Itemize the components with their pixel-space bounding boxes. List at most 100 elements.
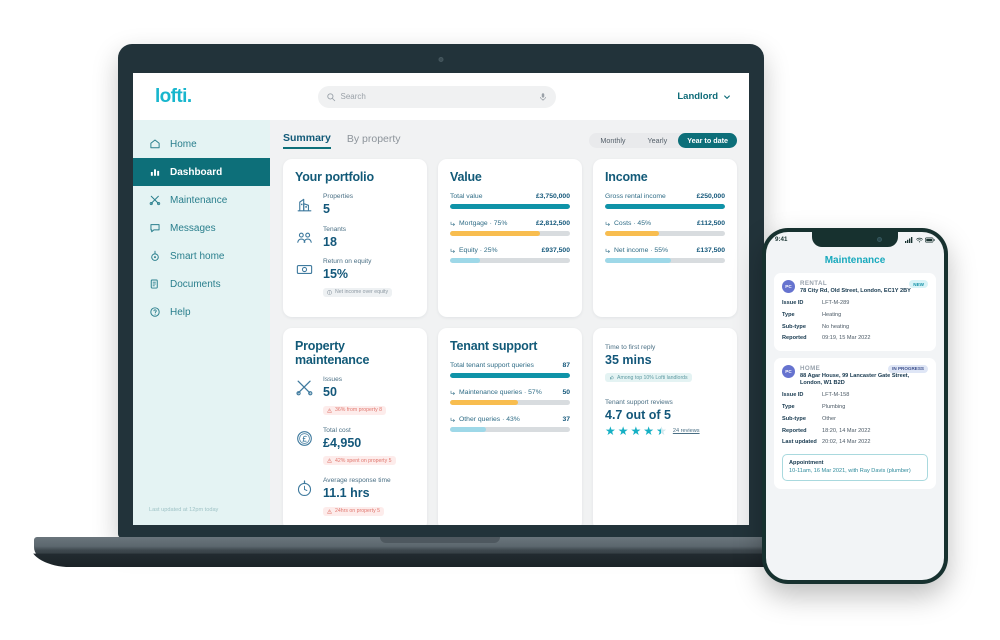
stat-label: Properties [323,193,354,200]
bar-track [450,373,570,378]
stat-return-on-equity: Return on equity 15% Net income over equ… [295,258,415,300]
filter-monthly[interactable]: Monthly [589,133,636,148]
sidebar-item-home[interactable]: Home [133,130,270,158]
stat-label: Total cost [323,426,351,434]
field-key: Issue ID [782,392,804,399]
phone-screen: 9:41 Maintenance PC NEW RENTAL 78 City R… [766,232,944,580]
bar-label: Other queries · 43% [459,416,520,423]
bar-track [605,204,725,209]
issue-field-row: Reported 09:19, 15 Mar 2022 [782,335,928,342]
sidebar-item-label: Smart home [170,250,225,262]
stat-properties: Properties 5 [295,193,415,217]
stat-note-chip: Net income over equity [323,287,393,297]
sidebar-item-help[interactable]: Help [133,298,270,326]
field-value: LFT-M-158 [822,392,850,399]
pound-coin-icon [297,430,312,446]
bar-track [450,231,570,236]
filter-year-to-date[interactable]: Year to date [678,132,737,148]
search-bar[interactable] [317,85,556,108]
stat-average-response-time: Average response time 11.1 hrs 24hrs on … [295,477,415,519]
tab-label: Summary [283,131,331,144]
field-key: Type [782,403,795,410]
signal-icon [905,236,913,243]
appointment-box: Appointment 10-11am, 16 Mar 2021, with R… [782,453,928,482]
field-value: LFT-M-289 [822,300,850,307]
stat-value: 18 [323,234,337,249]
chip-text: 36% from property 8 [335,407,382,414]
tab-by-property[interactable]: By property [347,133,401,148]
lofti-dashboard-app: lofti. Landlo [133,73,749,525]
bar-total-queries: Total tenant support queries 87 [450,362,570,378]
sidebar-item-label: Maintenance [170,194,228,206]
sidebar-item-dashboard[interactable]: Dashboard [133,158,270,186]
issue-address: 78 City Rd, Old Street, London, EC1Y 2BY [800,288,911,294]
sidebar-item-documents[interactable]: Documents [133,270,270,298]
star-icon: ★ [617,424,629,438]
period-filter-group: Monthly Yearly Year to date [589,132,737,148]
bar-value: £250,000 [696,193,725,200]
stat-label: Issues [323,376,343,383]
cash-icon [296,265,313,275]
logo-text: lofti [155,85,187,107]
bar-costs: Costs · 45% £112,500 [605,220,725,236]
star-icon: ★ [630,424,642,438]
reviews-link[interactable]: 24 reviews [673,428,700,434]
sidebar-item-smart-home[interactable]: Smart home [133,242,270,270]
bar-chart-icon [150,169,160,176]
field-value: Heating [822,311,842,318]
star-icon: ★ [605,424,616,438]
stat-value: £4,950 [323,435,362,450]
sidebar-item-label: Dashboard [170,166,223,178]
bar-label-wrap: Costs · 45% [605,220,651,227]
search-input[interactable] [340,92,533,101]
tab-label: By property [346,132,401,145]
last-updated-text: Last updated at 12pm today [149,507,219,513]
metric-time-to-first-reply: Time to first reply 35 mins Among top 10… [605,344,725,385]
field-value: 20:02, 14 Mar 2022 [822,439,871,446]
bar-fill [450,427,486,432]
cards-row-2: Property maintenance Issues 50 36% from … [283,328,737,525]
houses-icon [297,198,312,212]
bar-label-wrap: Mortgage · 75% [450,220,507,227]
card-title: Property maintenance [295,339,370,367]
stat-issues: Issues 50 36% from property 8 [295,376,415,418]
status-badge: NEW [909,280,928,288]
maintenance-issue-card[interactable]: PC NEW RENTAL 78 City Rd, Old Street, Lo… [774,273,936,351]
bar-track [450,258,570,263]
tab-summary[interactable]: Summary [283,132,331,149]
maintenance-issue-card[interactable]: PC IN PROGRESS HOME 88 Agar House, 99 La… [774,357,936,490]
subitem-arrow-icon [450,390,455,395]
card-title: Income [605,170,648,184]
avatar: PC [782,364,795,378]
sidebar-item-maintenance[interactable]: Maintenance [133,186,270,214]
warning-icon [327,407,332,413]
bar-label: Maintenance queries · 57% [459,389,542,396]
info-icon [327,289,332,295]
bar-value: £2,812,500 [535,220,570,227]
microphone-icon[interactable] [538,92,548,102]
stat-value: 5 [323,202,330,217]
stat-warning-chip: 42% spent on property 5 [323,456,396,466]
bar-total-value: Total value £3,750,000 [450,193,570,209]
laptop-camera-icon [438,57,444,62]
chip-text: Net income over equity [335,289,389,296]
cards-row-1: Your portfolio Properties 5 Tenants 18 R… [283,159,737,317]
bar-gross-rental-income: Gross rental income £250,000 [605,193,725,209]
main-content: Summary By property Monthly Yearly Year … [270,120,749,525]
filter-yearly[interactable]: Yearly [637,133,679,148]
search-icon [326,92,335,101]
user-role-label: Landlord [677,91,718,102]
issue-field-row: Last updated 20:02, 14 Mar 2022 [782,439,928,446]
issue-field-row: Type Heating [782,312,928,319]
card-support-metrics: Time to first reply 35 mins Among top 10… [593,328,737,525]
filter-label: Year to date [687,135,728,145]
lofti-logo: lofti. [155,86,192,108]
chip-text: 24hrs on property 5 [335,508,380,515]
laptop-base [34,537,846,559]
issue-header-text: NEW RENTAL 78 City Rd, Old Street, Londo… [800,280,928,296]
user-role-menu[interactable]: Landlord [677,91,731,102]
sidebar-item-messages[interactable]: Messages [133,214,270,242]
stat-value: 50 [323,385,337,400]
star-icon: ★ [643,424,655,438]
chat-bubble-icon [150,224,160,233]
